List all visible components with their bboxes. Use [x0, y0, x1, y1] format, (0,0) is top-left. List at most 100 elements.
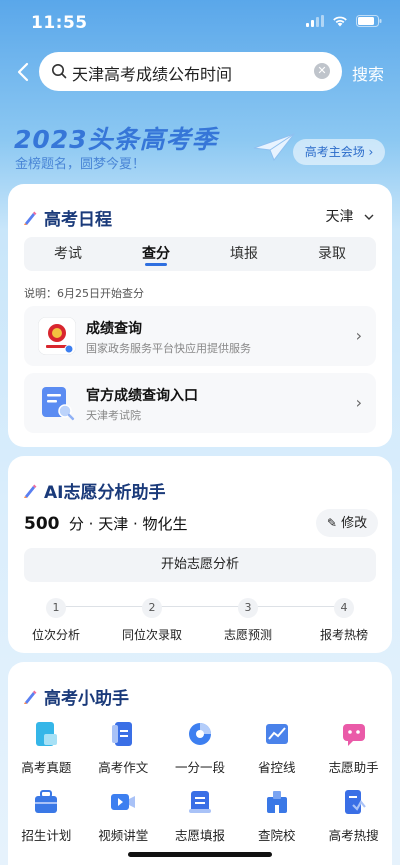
- entry-subtitle: 国家政务服务平台快应用提供服务: [86, 342, 251, 355]
- chevron-down-icon: [364, 214, 374, 220]
- steps-connector: [56, 606, 346, 607]
- helper-item-control-line[interactable]: 省控线: [238, 719, 315, 787]
- tab-score[interactable]: 查分: [112, 237, 200, 271]
- helper-item-label: 查院校: [258, 828, 296, 843]
- helper-item-essay[interactable]: 高考作文: [85, 719, 162, 787]
- step-3: 3 志愿预测: [208, 596, 288, 643]
- status-time: 11:55: [31, 13, 88, 33]
- edit-icon: ✎: [326, 516, 337, 530]
- official-entry[interactable]: 官方成绩查询入口 天津考试院 ›: [24, 373, 376, 433]
- search-button[interactable]: 搜索: [352, 61, 384, 85]
- gaokao-banner: 2023头条高考季 金榜题名，圆梦今夏！ 高考主会场 ›: [0, 106, 400, 180]
- helper-item-enrollment-plan[interactable]: 招生计划: [8, 787, 85, 855]
- helper-item-score-segment[interactable]: 一分一段: [162, 719, 239, 787]
- step-number: 2: [142, 598, 162, 618]
- step-label: 报考热榜: [319, 628, 368, 642]
- ai-assistant-card: AI志愿分析助手 500 分 · 天津 · 物化生 ✎ 修改 开始志愿分析 1 …: [8, 456, 392, 653]
- city-dropdown[interactable]: 天津: [326, 206, 374, 226]
- edit-label: 修改: [341, 516, 368, 531]
- exam-paper-icon: [36, 722, 58, 746]
- helper-item-label: 视频讲堂: [98, 828, 149, 843]
- chat-assistant-icon: [342, 724, 365, 746]
- score-detail: 分 · 天津 · 物化生: [68, 515, 188, 533]
- pen-icon: [24, 211, 37, 225]
- step-number: 1: [46, 598, 66, 618]
- step-1: 1 位次分析: [16, 596, 96, 643]
- national-emblem-icon: [38, 317, 76, 355]
- search-icon: [52, 64, 67, 79]
- helper-item-volunteer-assistant[interactable]: 志愿助手: [315, 719, 392, 787]
- helper-item-label: 招生计划: [21, 828, 72, 843]
- briefcase-icon: [35, 790, 58, 813]
- entry-title: 官方成绩查询入口: [86, 388, 198, 404]
- document-search-icon: [42, 387, 75, 421]
- helper-item-exam-paper[interactable]: 高考真题: [8, 719, 85, 787]
- pen-icon: [24, 484, 37, 498]
- helper-item-label: 高考作文: [98, 760, 149, 775]
- back-arrow-icon[interactable]: [12, 58, 34, 86]
- step-label: 志愿预测: [223, 628, 272, 642]
- helper-title: 高考小助手: [22, 684, 129, 709]
- helper-item-hot-search[interactable]: 高考热搜: [315, 787, 392, 855]
- helper-card: 高考小助手 高考真题 高考作文 一分一段 省控线 志愿助手 招生计划 视频讲堂 …: [8, 662, 392, 865]
- edit-button[interactable]: ✎ 修改: [316, 509, 378, 537]
- helper-item-label: 一分一段: [174, 760, 225, 775]
- score-summary: 500 分 · 天津 · 物化生: [24, 513, 188, 534]
- schedule-card: 高考日程 天津 考试 查分 填报 录取 说明：6月25日开始查分 成绩查询 国家…: [8, 184, 392, 447]
- step-label: 同位次录取: [121, 628, 182, 642]
- pie-chart-icon: [188, 723, 211, 745]
- city-dropdown-value: 天津: [325, 209, 354, 225]
- helper-grid: 高考真题 高考作文 一分一段 省控线 志愿助手 招生计划 视频讲堂 志愿填报 查…: [8, 719, 392, 855]
- battery-icon: [356, 15, 382, 27]
- tab-apply[interactable]: 填报: [200, 237, 288, 271]
- step-4: 4 报考热榜: [304, 596, 384, 643]
- helper-item-label: 高考热搜: [328, 828, 379, 843]
- helper-item-label: 志愿填报: [174, 828, 225, 843]
- helper-title-text: 高考小助手: [44, 689, 129, 709]
- status-icons: [306, 15, 382, 27]
- schedule-title-text: 高考日程: [44, 210, 112, 230]
- wifi-icon: [333, 16, 347, 27]
- clear-icon[interactable]: ✕: [314, 63, 330, 79]
- step-number: 4: [334, 598, 354, 618]
- ai-title-text: AI志愿分析助手: [44, 483, 166, 503]
- schedule-title: 高考日程: [22, 205, 112, 230]
- home-indicator[interactable]: [128, 852, 272, 857]
- hot-search-icon: [344, 790, 366, 814]
- helper-item-label: 志愿助手: [328, 760, 379, 775]
- video-icon: [111, 794, 136, 810]
- entry-title: 成绩查询: [86, 321, 142, 337]
- search-row: 天津高考成绩公布时间 ✕ 搜索: [0, 52, 400, 92]
- helper-item-volunteer-fill[interactable]: 志愿填报: [162, 787, 239, 855]
- helper-item-label: 省控线: [258, 760, 296, 775]
- search-query[interactable]: 天津高考成绩公布时间: [72, 61, 232, 85]
- tab-admission[interactable]: 录取: [288, 237, 376, 271]
- form-icon: [188, 791, 211, 813]
- pen-icon: [24, 690, 37, 704]
- helper-item-college-search[interactable]: 查院校: [238, 787, 315, 855]
- tab-exam[interactable]: 考试: [24, 237, 112, 271]
- schedule-note: 说明：6月25日开始查分: [24, 287, 144, 300]
- step-label: 位次分析: [31, 628, 80, 642]
- ai-title: AI志愿分析助手: [22, 478, 165, 503]
- essay-icon: [112, 722, 133, 746]
- step-number: 3: [238, 598, 258, 618]
- banner-subtitle: 金榜题名，圆梦今夏！: [15, 157, 146, 172]
- step-2: 2 同位次录取: [112, 596, 192, 643]
- chevron-right-icon: ›: [355, 393, 362, 412]
- banner-title: 2023头条高考季: [14, 125, 218, 154]
- score-query-entry[interactable]: 成绩查询 国家政务服务平台快应用提供服务 ›: [24, 306, 376, 366]
- paper-plane-icon: [253, 132, 296, 162]
- chevron-right-icon: ›: [355, 326, 362, 345]
- signal-icon: [306, 15, 324, 27]
- score-value: 500: [24, 514, 60, 534]
- start-analysis-button[interactable]: 开始志愿分析: [24, 548, 376, 582]
- search-input[interactable]: 天津高考成绩公布时间 ✕: [39, 52, 342, 91]
- helper-item-label: 高考真题: [21, 760, 72, 775]
- building-icon: [266, 791, 287, 813]
- schedule-tabs: 考试 查分 填报 录取: [24, 237, 376, 271]
- helper-item-video-lecture[interactable]: 视频讲堂: [85, 787, 162, 855]
- main-venue-button[interactable]: 高考主会场 ›: [293, 139, 385, 165]
- line-chart-icon: [265, 724, 288, 744]
- status-bar: 11:55: [0, 0, 400, 44]
